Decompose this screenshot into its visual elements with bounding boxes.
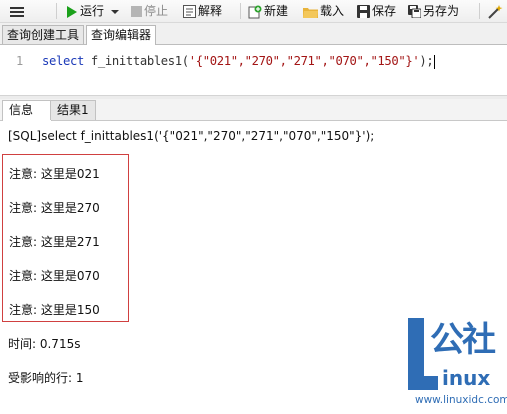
watermark-url: www.linuxidc.com	[415, 394, 507, 406]
magic-wand-icon	[488, 4, 503, 19]
tab-query-editor[interactable]: 查询编辑器	[86, 25, 157, 45]
save-as-icon	[408, 5, 421, 18]
hamburger-menu-icon	[10, 6, 24, 17]
sql-string-argument: '{"021","270","271","070","150"}'	[188, 54, 420, 68]
chevron-down-icon	[110, 9, 119, 14]
stop-button[interactable]: 停止	[131, 2, 168, 20]
folder-icon	[303, 7, 318, 18]
sql-code-line[interactable]: select f_inittables1('{"021","270","271"…	[42, 54, 436, 69]
toolbar-separator	[479, 3, 480, 19]
menu-button[interactable]	[10, 2, 24, 20]
new-query-icon	[248, 5, 262, 18]
toolbar-separator	[56, 3, 57, 19]
sql-echo-text: [SQL]select f_inittables1('{"021","270",…	[8, 129, 375, 143]
save-icon	[357, 5, 370, 18]
notice-line: 注意: 这里是021	[9, 167, 100, 181]
save-as-label: 另存为	[423, 4, 460, 18]
notice-line: 注意: 这里是270	[9, 201, 100, 215]
sql-keyword: select	[42, 54, 84, 68]
stop-label: 停止	[144, 4, 169, 18]
run-button[interactable]: 运行	[66, 2, 119, 20]
execution-time-text: 时间: 0.715s	[8, 337, 81, 351]
stop-icon	[131, 6, 142, 17]
load-label: 载入	[320, 4, 345, 18]
editor-tab-bar: 查询创建工具 查询编辑器	[0, 23, 507, 45]
result-tab-bar: 信息 结果1	[0, 99, 507, 121]
beautify-button[interactable]	[487, 2, 503, 20]
line-number-gutter: 1	[0, 45, 34, 95]
tab-result-1[interactable]: 结果1	[50, 100, 96, 120]
explain-button[interactable]: 解释	[183, 2, 222, 20]
watermark-brand-text: 公社	[430, 320, 496, 360]
save-button[interactable]: 保存	[357, 2, 396, 20]
new-button[interactable]: 新建	[248, 2, 288, 20]
load-button[interactable]: 载入	[303, 2, 344, 20]
sql-function: f_inittables1(	[83, 54, 189, 68]
sql-editor[interactable]: 1 select f_inittables1('{"021","270","27…	[0, 45, 507, 95]
save-as-button[interactable]: 另存为	[408, 2, 459, 20]
toolbar: 运行 停止 解释 新建 载入 保存 另存为	[0, 0, 507, 23]
line-number: 1	[16, 54, 24, 68]
play-icon	[67, 5, 77, 18]
sql-tail: );	[419, 54, 434, 68]
tab-info[interactable]: 信息	[2, 100, 52, 121]
notice-line: 注意: 这里是150	[9, 303, 100, 317]
save-label: 保存	[372, 4, 397, 18]
text-caret	[434, 54, 436, 69]
notice-line: 注意: 这里是070	[9, 269, 100, 283]
explain-icon	[183, 5, 196, 18]
new-label: 新建	[264, 4, 289, 18]
toolbar-separator	[240, 3, 241, 19]
notice-box: 注意: 这里是021 注意: 这里是270 注意: 这里是271 注意: 这里是…	[2, 154, 129, 322]
affected-rows-text: 受影响的行: 1	[8, 371, 84, 385]
explain-label: 解释	[198, 4, 223, 18]
run-label: 运行	[80, 4, 105, 18]
tab-query-builder[interactable]: 查询创建工具	[2, 25, 85, 44]
watermark-linux-text: inux	[442, 366, 491, 390]
notice-line: 注意: 这里是271	[9, 235, 100, 249]
